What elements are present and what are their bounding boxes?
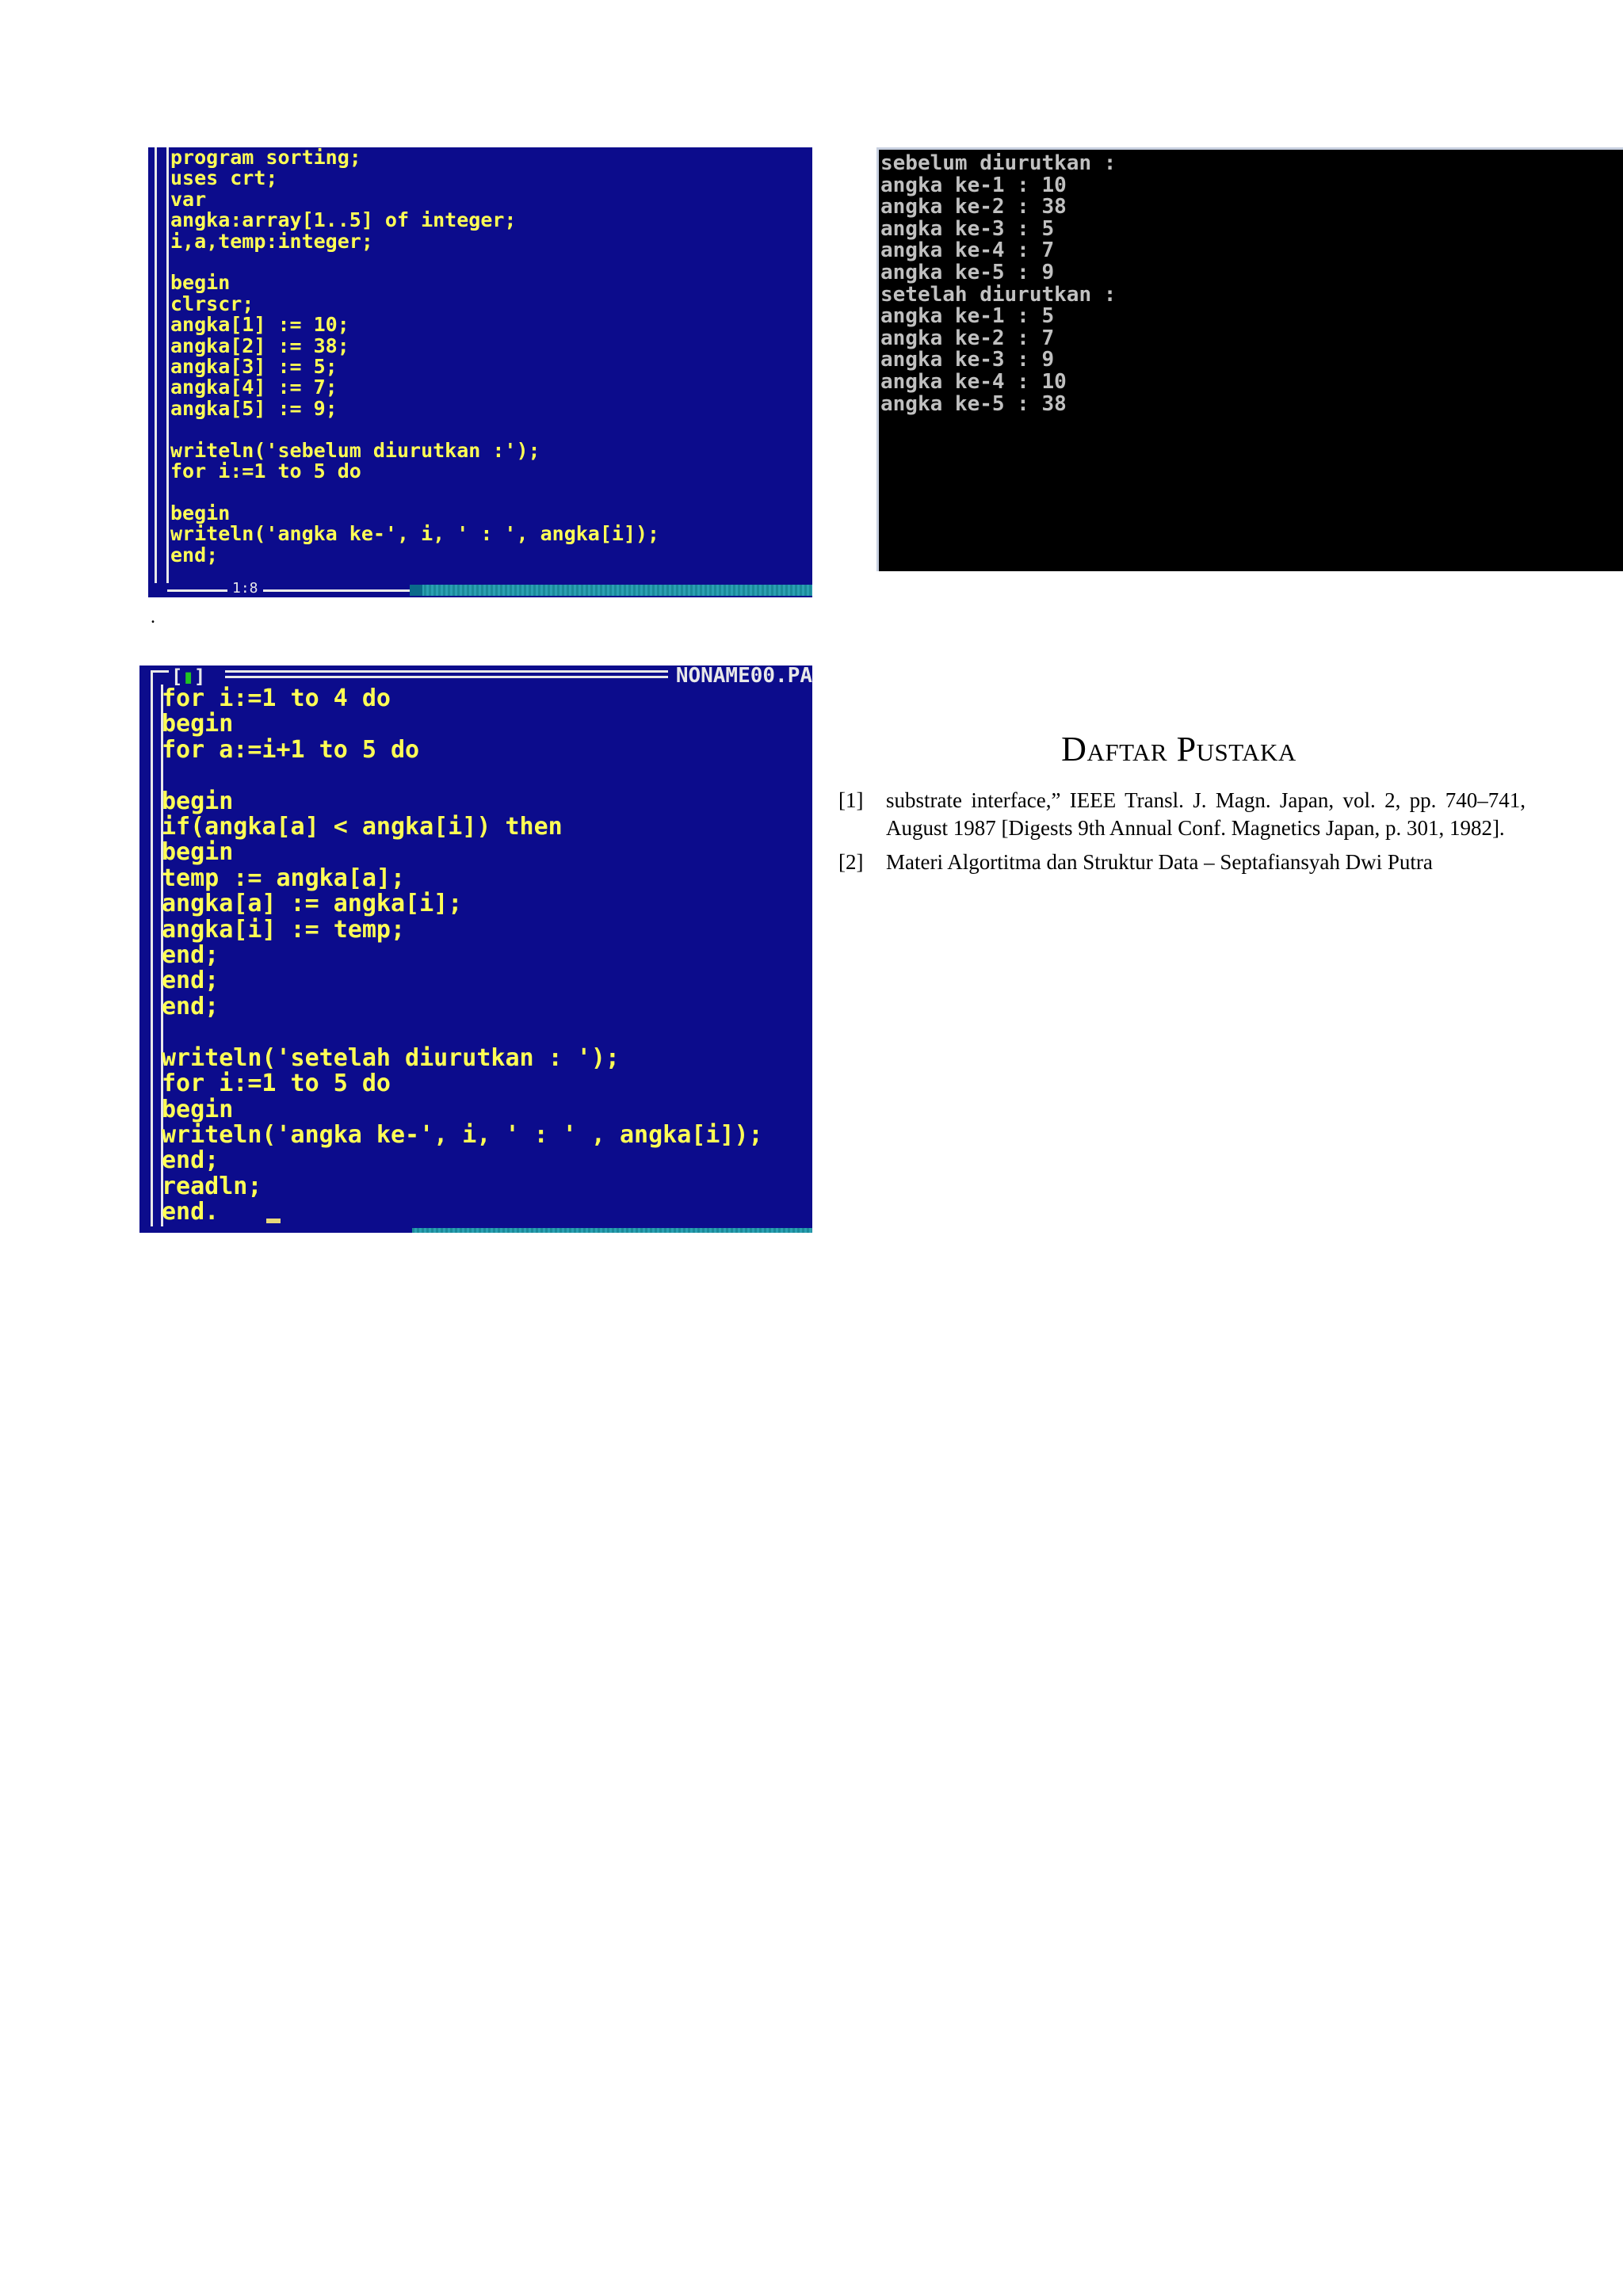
- output-line: angka ke-5 : 9: [880, 260, 1055, 284]
- code-line: for i:=1 to 5 do: [162, 1070, 391, 1098]
- code-line: for i:=1 to 5 do: [170, 460, 361, 483]
- editor-title-bar: [▮] NONAME00.PA: [139, 666, 812, 688]
- code-line: angka[1] := 10;: [170, 313, 349, 337]
- code-line: for a:=i+1 to 5 do: [162, 735, 420, 764]
- editor-status-bar: 1:8: [148, 580, 812, 597]
- reference-number: [1]: [838, 788, 864, 812]
- code-line: begin: [170, 271, 231, 295]
- editor-frame-border: [155, 147, 169, 583]
- code-line: angka[4] := 7;: [170, 376, 338, 399]
- reference-item: [1] substrate interface,” IEEE Transl. J…: [832, 787, 1526, 842]
- code-line: i,a,temp:integer;: [170, 229, 373, 253]
- code-line: end;: [162, 992, 220, 1020]
- code-line: begin: [170, 501, 231, 524]
- code-line: var: [170, 187, 207, 211]
- code-line: angka:array[1..5] of integer;: [170, 208, 517, 232]
- output-line: sebelum diurutkan :: [880, 151, 1117, 175]
- horizontal-scrollbar[interactable]: [412, 1228, 812, 1233]
- code-line: end;: [170, 543, 219, 566]
- reference-text: Materi Algortitma dan Struktur Data – Se…: [886, 850, 1433, 874]
- reference-text: substrate interface,” IEEE Transl. J. Ma…: [886, 788, 1526, 840]
- scrollbar-thumb[interactable]: [410, 585, 422, 596]
- references-section: Daftar Pustaka [1] substrate interface,”…: [832, 729, 1526, 883]
- code-line: writeln('angka ke-', i, ' : ', angka[i])…: [170, 522, 660, 546]
- file-name: NONAME00.PA: [667, 666, 812, 688]
- output-line: angka ke-5 : 38: [880, 391, 1067, 416]
- horizontal-scrollbar[interactable]: [410, 585, 812, 596]
- output-line: setelah diurutkan :: [880, 282, 1117, 307]
- output-line: angka ke-3 : 5: [880, 216, 1055, 241]
- reference-number: [2]: [838, 850, 864, 874]
- editor-status-bar: [139, 1226, 812, 1233]
- code-line: program sorting;: [170, 147, 361, 169]
- editor-screenshot-2: [▮] NONAME00.PA for i:=1 to 4 do begin for…: [139, 666, 812, 1233]
- code-line: if(angka[a] < angka[i]) then: [162, 813, 563, 841]
- code-line: uses crt;: [170, 166, 278, 190]
- output-line: angka ke-4 : 7: [880, 238, 1055, 263]
- output-line: angka ke-1 : 5: [880, 304, 1055, 329]
- output-line: angka ke-4 : 10: [880, 369, 1067, 394]
- code-line: writeln('setelah diurutkan : ');: [162, 1043, 620, 1072]
- references-heading: Daftar Pustaka: [1061, 730, 1296, 769]
- separator-dot: .: [151, 607, 155, 627]
- code-line: readln;: [162, 1172, 262, 1200]
- source-code: for i:=1 to 4 do begin for a:=i+1 to 5 do …: [162, 685, 763, 1226]
- code-line: writeln('angka ke-', i, ' : ' , angka[i]…: [162, 1120, 763, 1149]
- reference-item: [2] Materi Algortitma dan Struktur Data …: [832, 849, 1526, 876]
- console-output: sebelum diurutkan : angka ke-1 : 10 angka …: [880, 151, 1117, 416]
- output-line: angka ke-2 : 38: [880, 195, 1067, 219]
- output-line: angka ke-1 : 10: [880, 173, 1067, 197]
- output-line: angka ke-3 : 9: [880, 348, 1055, 372]
- editor-screenshot-1: program sorting; uses crt; var angka:array[…: [148, 147, 812, 597]
- cursor-position: 1:8: [227, 580, 263, 597]
- code-line: angka[3] := 5;: [170, 355, 338, 379]
- code-line: clrscr;: [170, 292, 254, 315]
- code-line: angka[2] := 38;: [170, 334, 349, 357]
- code-line: end;: [162, 967, 220, 995]
- code-line: end;: [162, 941, 220, 970]
- console-output-screenshot: sebelum diurutkan : angka ke-1 : 10 angka …: [876, 147, 1623, 571]
- code-line: angka[5] := 9;: [170, 396, 338, 420]
- code-line: for i:=1 to 4 do: [162, 685, 391, 712]
- code-line: angka[i] := temp;: [162, 915, 406, 944]
- code-line: begin: [162, 1095, 234, 1123]
- code-line: begin: [162, 710, 234, 738]
- code-line: end;: [162, 1146, 220, 1175]
- code-line: writeln('sebelum diurutkan :');: [170, 438, 540, 462]
- code-line: temp := angka[a];: [162, 864, 406, 892]
- code-line: end.: [162, 1198, 220, 1226]
- code-line: begin: [162, 787, 234, 815]
- code-line: begin: [162, 838, 234, 867]
- output-line: angka ke-2 : 7: [880, 326, 1055, 350]
- source-code: program sorting; uses crt; var angka:array[…: [170, 147, 659, 566]
- code-line: angka[a] := angka[i];: [162, 890, 463, 918]
- text-cursor: [266, 1219, 281, 1223]
